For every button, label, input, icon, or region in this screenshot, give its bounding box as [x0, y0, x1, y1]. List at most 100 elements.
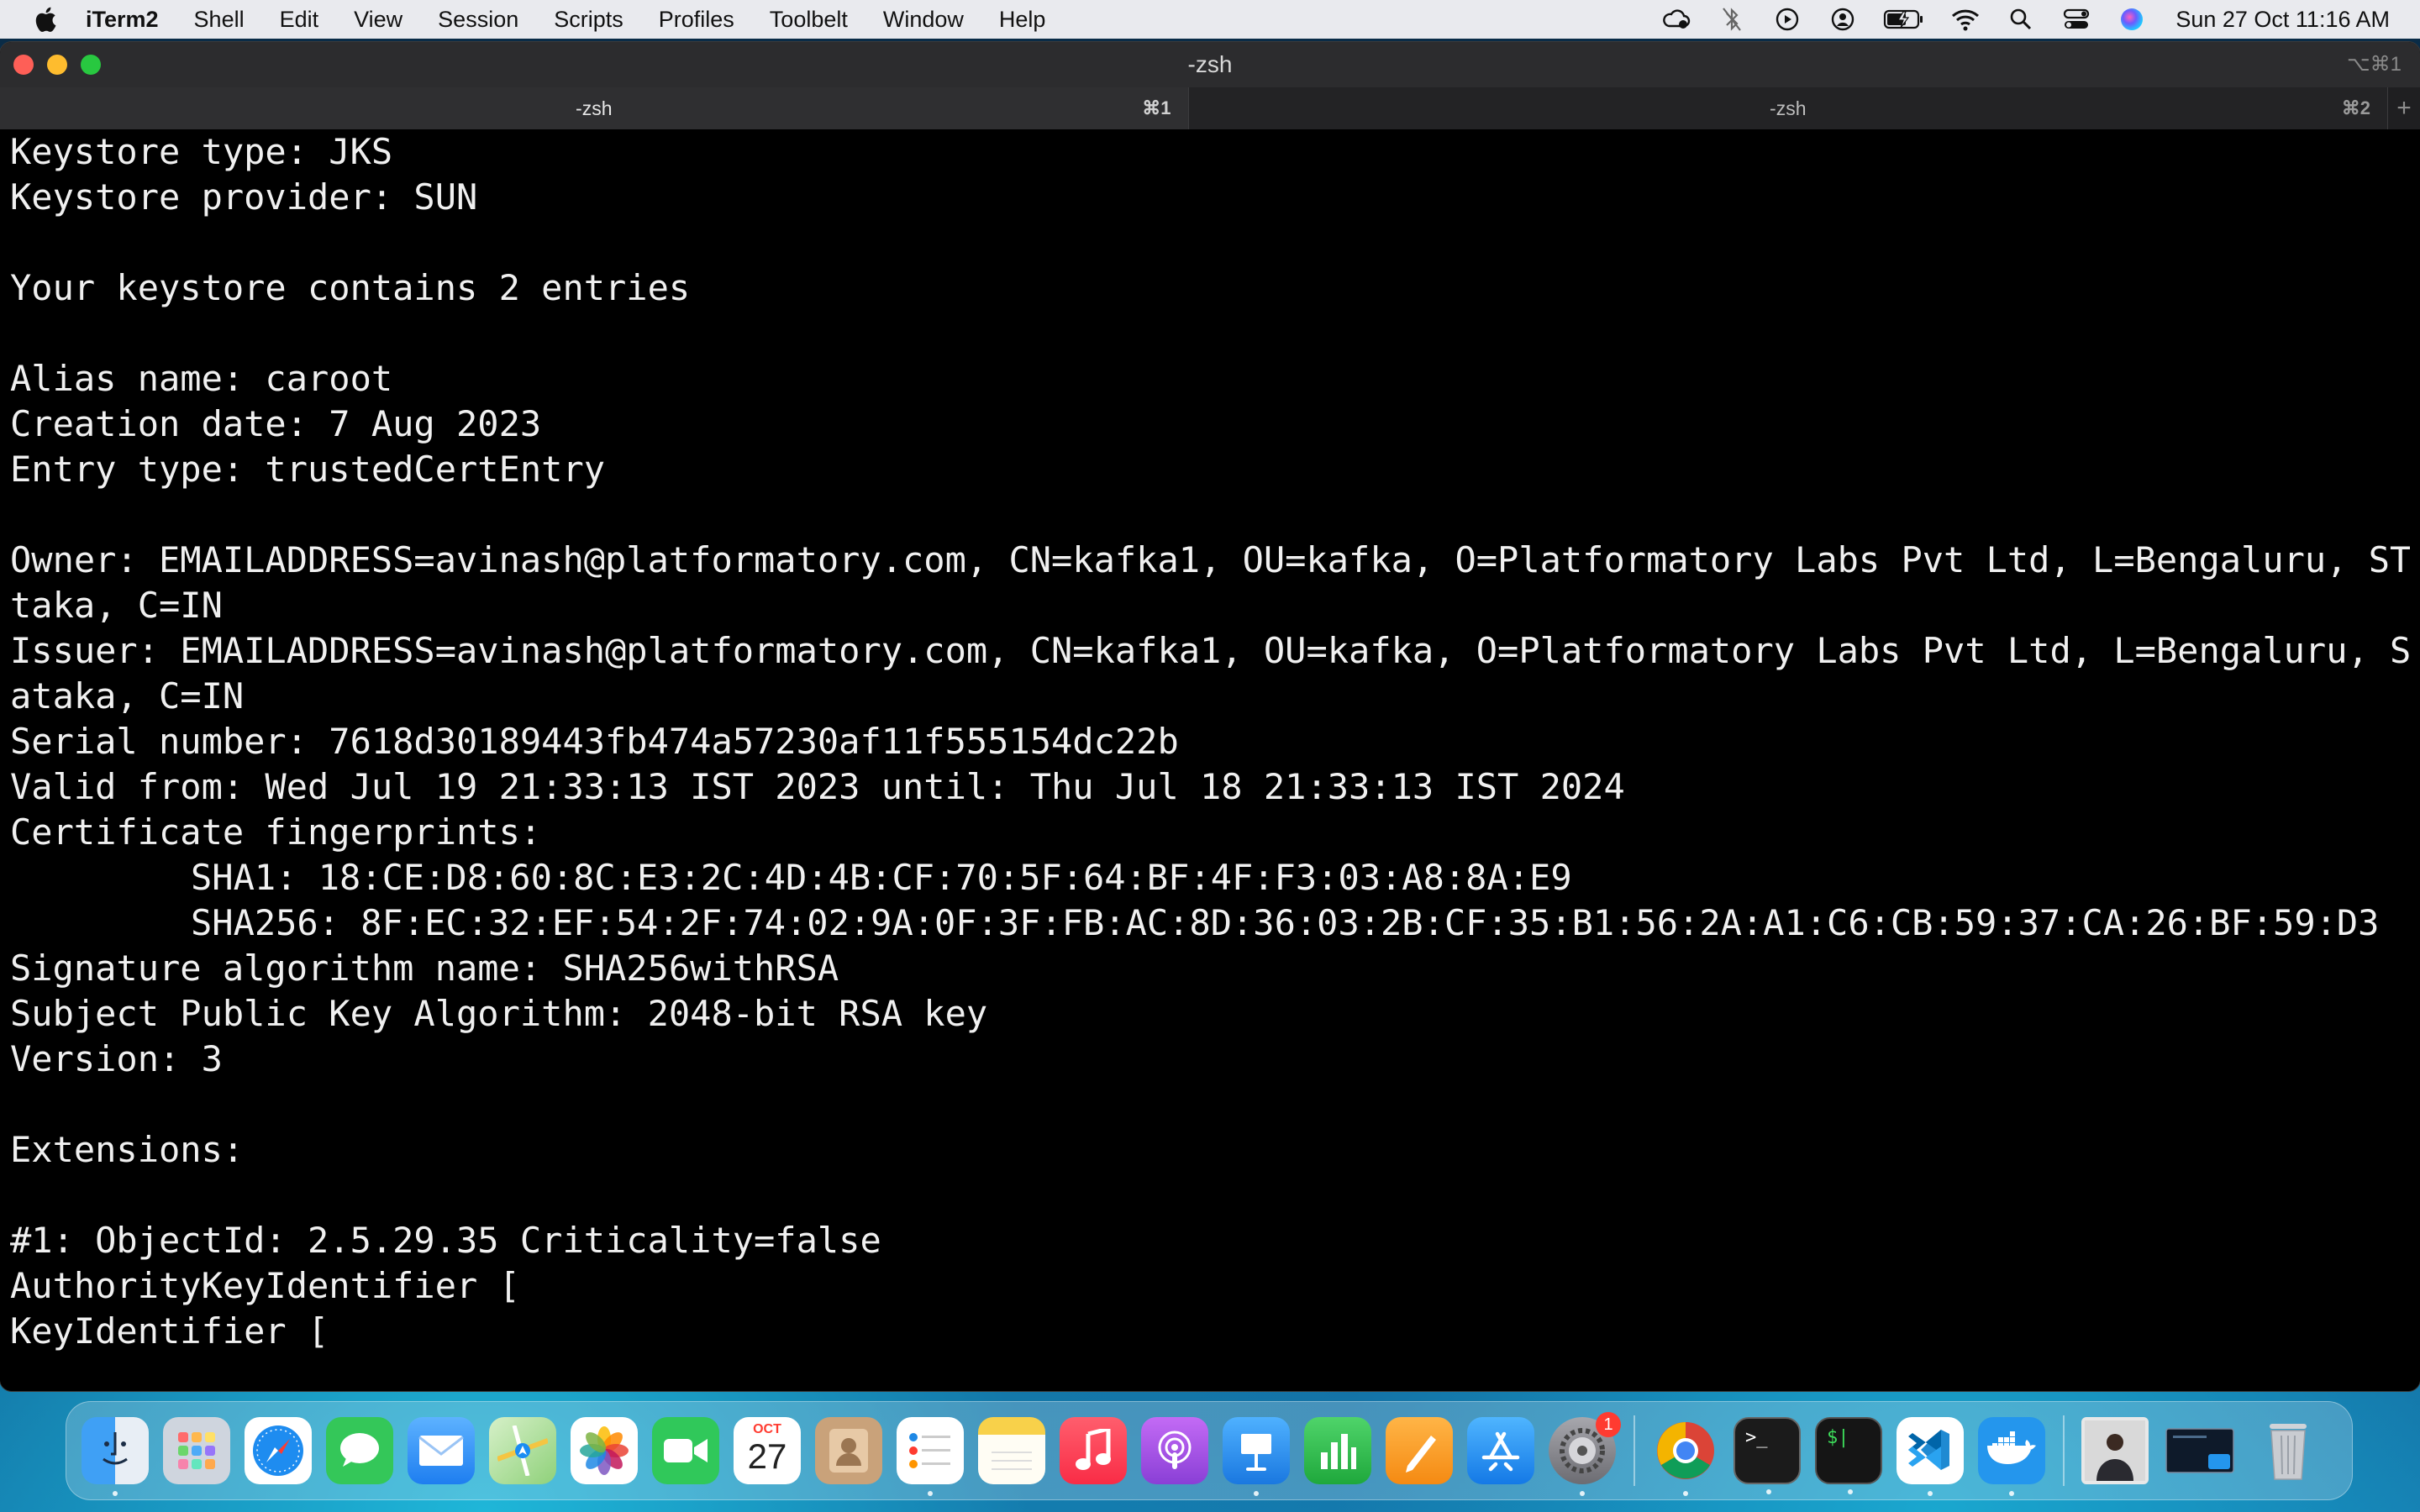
terminal-line: ataka, C=IN	[10, 675, 245, 717]
terminal-line: Entry type: trustedCertEntry	[10, 449, 606, 490]
vscode-icon[interactable]	[1897, 1417, 1964, 1496]
screenshot-stack-icon[interactable]	[2163, 1417, 2240, 1484]
search-icon[interactable]	[2006, 6, 2036, 33]
system-settings-icon[interactable]: 1	[1549, 1412, 1621, 1496]
tab-bar: -zsh ⌘1 -zsh ⌘2 +	[0, 87, 2420, 129]
running-indicator	[1254, 1491, 1259, 1496]
terminal-icon-glyph: >_	[1745, 1427, 1768, 1448]
photos-icon[interactable]	[571, 1417, 638, 1484]
menu-edit[interactable]: Edit	[280, 7, 319, 33]
terminal-line: Owner: EMAILADDRESS=avinash@platformator…	[10, 539, 2410, 580]
window-shortcut: ⌥⌘1	[2346, 53, 2402, 76]
cloud-sync-icon[interactable]	[1661, 6, 1691, 33]
menu-view[interactable]: View	[354, 7, 402, 33]
running-indicator	[113, 1491, 118, 1496]
terminal-line: Creation date: 7 Aug 2023	[10, 403, 542, 444]
terminal-line: Signature algorithm name: SHA256withRSA	[10, 948, 839, 989]
calendar-day: 27	[747, 1436, 787, 1476]
music-icon[interactable]	[1060, 1417, 1127, 1484]
menu-profiles[interactable]: Profiles	[659, 7, 734, 33]
bluetooth-off-icon[interactable]	[1717, 6, 1747, 33]
dock-separator	[2063, 1415, 2065, 1486]
terminal-line: #1: ObjectId: 2.5.29.35 Criticality=fals…	[10, 1220, 881, 1261]
terminal-icon[interactable]: >_	[1733, 1417, 1801, 1494]
user-circle-icon[interactable]	[1828, 6, 1858, 33]
settings-badge: 1	[1596, 1412, 1621, 1437]
notes-icon[interactable]	[978, 1417, 1045, 1484]
terminal-line: taka, C=IN	[10, 585, 223, 626]
calendar-icon[interactable]: OCT 27	[734, 1417, 801, 1484]
window-title: -zsh	[1187, 51, 1233, 77]
running-indicator	[1580, 1491, 1585, 1496]
play-circle-icon[interactable]	[1772, 6, 1802, 33]
window-titlebar[interactable]: -zsh ⌥⌘1	[0, 42, 2420, 87]
finder-icon[interactable]	[82, 1417, 149, 1496]
trash-icon[interactable]	[2254, 1417, 2322, 1484]
docker-icon[interactable]	[1978, 1417, 2045, 1496]
tab-2-label: -zsh	[1770, 97, 1807, 119]
reminders-icon[interactable]	[897, 1417, 964, 1496]
terminal-line: Alias name: caroot	[10, 358, 393, 399]
terminal-output[interactable]: Keystore type: JKS Keystore provider: SU…	[0, 129, 2420, 1391]
control-center-icon[interactable]	[2061, 6, 2091, 33]
running-indicator	[1766, 1489, 1771, 1494]
terminal-line: Keystore provider: SUN	[10, 176, 478, 218]
numbers-icon[interactable]	[1304, 1417, 1371, 1484]
mail-icon[interactable]	[408, 1417, 475, 1484]
terminal-line: Issuer: EMAILADDRESS=avinash@platformato…	[10, 630, 2410, 671]
terminal-line: Subject Public Key Algorithm: 2048-bit R…	[10, 993, 988, 1034]
pages-icon[interactable]	[1386, 1417, 1453, 1484]
terminal-line: SHA256: 8F:EC:32:EF:54:2F:74:02:9A:0F:3F…	[191, 902, 2380, 943]
facetime-icon[interactable]	[652, 1417, 719, 1484]
tab-1-shortcut: ⌘1	[1142, 97, 1171, 118]
contacts-icon[interactable]	[815, 1417, 882, 1484]
menu-bar: iTerm2 Shell Edit View Session Scripts P…	[0, 0, 2420, 39]
menu-shell[interactable]: Shell	[194, 7, 245, 33]
running-indicator	[1683, 1491, 1688, 1496]
wifi-icon[interactable]	[1950, 6, 1981, 33]
chrome-icon[interactable]	[1652, 1417, 1719, 1496]
terminal-line: Version: 3	[10, 1038, 223, 1079]
terminal-line: Certificate fingerprints:	[10, 811, 542, 853]
downloads-stack-icon[interactable]	[2081, 1417, 2149, 1484]
menu-help[interactable]: Help	[999, 7, 1046, 33]
tab-1-label: -zsh	[576, 97, 613, 119]
tab-2[interactable]: -zsh ⌘2	[1187, 87, 2388, 129]
iterm-window: -zsh ⌥⌘1 -zsh ⌘1 -zsh ⌘2 + Keystore type…	[0, 42, 2420, 1391]
menu-scripts[interactable]: Scripts	[554, 7, 623, 33]
messages-icon[interactable]	[326, 1417, 393, 1484]
menu-window[interactable]: Window	[883, 7, 964, 33]
menu-bar-clock[interactable]: Sun 27 Oct 11:16 AM	[2175, 7, 2390, 33]
dock: OCT 27 1 >_ $|	[66, 1401, 2353, 1500]
app-store-icon[interactable]	[1467, 1417, 1534, 1484]
battery-charging-icon[interactable]	[1883, 6, 1925, 33]
apple-menu-icon[interactable]	[34, 6, 57, 33]
safari-icon[interactable]	[245, 1417, 312, 1484]
calendar-month: OCT	[753, 1422, 781, 1436]
siri-icon[interactable]	[2117, 6, 2147, 33]
podcasts-icon[interactable]	[1141, 1417, 1208, 1484]
terminal-line: SHA1: 18:CE:D8:60:8C:E3:2C:4D:4B:CF:70:5…	[191, 857, 1572, 898]
menu-app-name[interactable]: iTerm2	[86, 7, 159, 33]
status-area: Sun 27 Oct 11:16 AM	[1636, 0, 2390, 39]
keynote-icon[interactable]	[1223, 1417, 1290, 1496]
new-tab-button[interactable]: +	[2387, 87, 2420, 129]
menu-session[interactable]: Session	[438, 7, 518, 33]
menu-toolbelt[interactable]: Toolbelt	[770, 7, 848, 33]
running-indicator	[928, 1491, 933, 1496]
running-indicator	[1928, 1491, 1933, 1496]
maps-icon[interactable]	[489, 1417, 556, 1484]
terminal-line: Serial number: 7618d30189443fb474a57230a…	[10, 721, 1179, 762]
running-indicator	[2009, 1491, 2014, 1496]
tab-1[interactable]: -zsh ⌘1	[0, 87, 1188, 129]
launchpad-icon[interactable]	[163, 1417, 230, 1484]
tab-2-shortcut: ⌘2	[2341, 97, 2371, 118]
terminal-line: KeyIdentifier [	[10, 1310, 329, 1352]
iterm-icon[interactable]: $|	[1815, 1417, 1882, 1494]
running-indicator	[1848, 1489, 1853, 1494]
iterm-icon-glyph: $|	[1827, 1427, 1849, 1448]
